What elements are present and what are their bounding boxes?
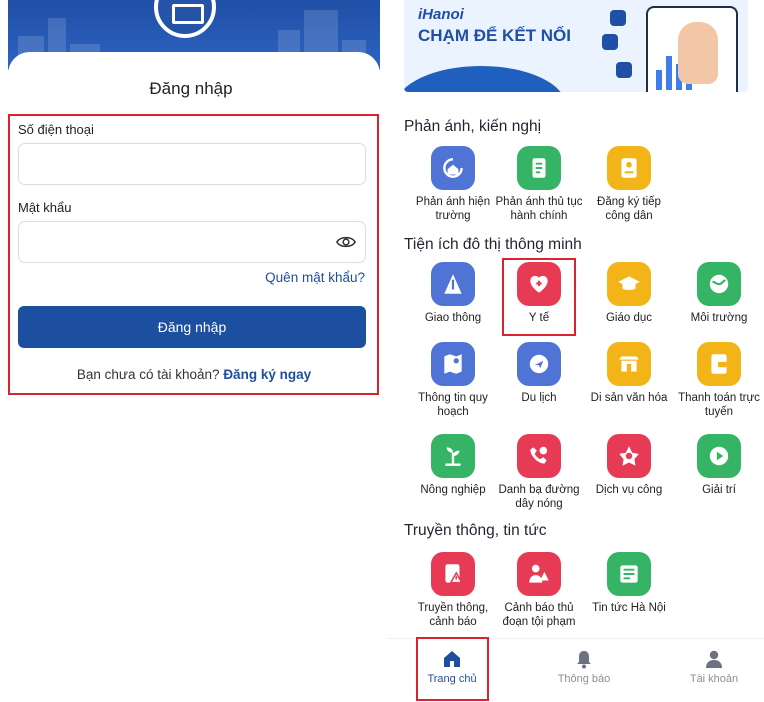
alert-person-icon — [517, 552, 561, 596]
service-tile-label: Giáo dục — [605, 312, 653, 324]
phone-label: Số điện thoại — [18, 122, 94, 137]
service-tile-map-pin[interactable]: Thông tin quy hoạch — [408, 342, 498, 419]
login-button-label: Đăng nhập — [157, 319, 227, 335]
promo-banner[interactable]: iHanoi CHẠM ĐỂ KẾT NỐI — [404, 0, 748, 92]
login-button[interactable]: Đăng nhập — [18, 306, 366, 348]
login-screen: Đăng nhập Số điện thoại Mật khẩu Quên mậ… — [0, 0, 382, 702]
service-tile-wallet[interactable]: Thanh toán trực tuyến — [674, 342, 764, 419]
home-highlight — [416, 637, 489, 701]
service-tile-label: Tin tức Hà Nội — [592, 602, 666, 614]
section-title: Tiện ích đô thị thông minh — [404, 236, 582, 253]
refresh-house-icon — [431, 146, 475, 190]
section-title: Truyền thông, tin tức — [404, 522, 547, 539]
bottom-nav: Trang chủ Thông báo Tài khoản — [388, 637, 764, 702]
service-tile-temple[interactable]: Di sản văn hóa — [584, 342, 674, 405]
service-tile-label: Đăng ký tiếp công dân — [597, 196, 661, 222]
service-tile-id-card[interactable]: Đăng ký tiếp công dân — [584, 146, 674, 223]
service-tile-label: Dịch vụ công — [595, 484, 663, 496]
service-tile-phone-chat[interactable]: Danh bạ đường dây nóng — [494, 434, 584, 511]
news-icon — [607, 552, 651, 596]
wallet-icon — [697, 342, 741, 386]
service-tile-label: Du lịch — [521, 392, 557, 404]
signup-line: Bạn chưa có tài khoản? Đăng ký ngay — [0, 367, 388, 382]
service-tile-globe-leaf[interactable]: Môi trường — [674, 262, 764, 325]
service-tile-label: Phản ánh hiện trường — [415, 196, 491, 222]
plant-icon — [431, 434, 475, 478]
password-input[interactable] — [18, 221, 366, 263]
banner-slogan: CHẠM ĐỂ KẾT NỐI — [418, 26, 571, 45]
star-knot-icon — [607, 434, 651, 478]
banner-bubble-icon — [602, 34, 618, 50]
warning-doc-icon — [431, 552, 475, 596]
bell-icon — [577, 651, 591, 669]
home-screen: iHanoi CHẠM ĐỂ KẾT NỐI Phản ánh, kiến ng… — [388, 0, 764, 702]
service-tile-alert-person[interactable]: Cảnh báo thủ đoạn tội phạm — [494, 552, 584, 629]
nav-account[interactable]: Tài khoản — [674, 649, 754, 685]
map-pin-icon — [431, 342, 475, 386]
nav-notifications-label: Thông báo — [557, 673, 611, 685]
service-tile-star-knot[interactable]: Dịch vụ công — [584, 434, 674, 497]
no-account-text: Bạn chưa có tài khoản? — [76, 367, 220, 382]
service-tile-label: Cảnh báo thủ đoạn tội phạm — [502, 602, 576, 628]
service-tile-label: Thông tin quy hoạch — [418, 392, 488, 418]
banner-bubble-icon — [616, 62, 632, 78]
banner-decoration — [404, 66, 566, 92]
signup-link[interactable]: Đăng ký ngay — [223, 367, 311, 382]
globe-leaf-icon — [697, 262, 741, 306]
banner-hand-illustration — [678, 22, 718, 84]
nav-account-label: Tài khoản — [689, 673, 739, 685]
document-icon — [517, 146, 561, 190]
traffic-icon — [431, 262, 475, 306]
service-tile-news[interactable]: Tin tức Hà Nội — [584, 552, 674, 615]
page-title: Đăng nhập — [149, 79, 233, 98]
service-tile-warning-doc[interactable]: Truyền thông, cảnh báo — [408, 552, 498, 629]
banner-brand: iHanoi — [418, 6, 464, 23]
service-tile-label: Danh bạ đường dây nóng — [498, 484, 580, 510]
banner-bubble-icon — [610, 10, 626, 26]
app-logo — [154, 0, 216, 38]
service-tile-plant[interactable]: Nông nghiệp — [408, 434, 498, 497]
phone-input[interactable] — [18, 143, 366, 185]
password-label: Mật khẩu — [18, 200, 72, 215]
temple-icon — [607, 342, 651, 386]
service-tile-label: Nông nghiệp — [420, 484, 486, 496]
graduation-cap-icon — [607, 262, 651, 306]
service-tile-label: Di sản văn hóa — [590, 392, 668, 404]
service-tile-document[interactable]: Phản ánh thủ tục hành chính — [494, 146, 584, 223]
service-tile-refresh-house[interactable]: Phản ánh hiện trường — [408, 146, 498, 223]
service-tile-label: Môi trường — [690, 312, 748, 324]
service-tile-label: Giao thông — [424, 312, 482, 324]
play-icon — [697, 434, 741, 478]
service-tile-label: Giải trí — [702, 484, 736, 496]
service-tile-graduation-cap[interactable]: Giáo dục — [584, 262, 674, 325]
globe-plane-icon — [517, 342, 561, 386]
service-tile-label: Thanh toán trực tuyến — [678, 392, 760, 418]
nav-notifications[interactable]: Thông báo — [544, 649, 624, 685]
service-tile-globe-plane[interactable]: Du lịch — [494, 342, 584, 405]
eye-icon[interactable] — [336, 234, 356, 250]
health-highlight — [502, 258, 576, 336]
phone-chat-icon — [517, 434, 561, 478]
user-icon — [706, 650, 722, 668]
service-tile-traffic[interactable]: Giao thông — [408, 262, 498, 325]
forgot-password-link[interactable]: Quên mật khẩu? — [265, 270, 365, 285]
service-tile-play[interactable]: Giải trí — [674, 434, 764, 497]
service-tile-label: Phản ánh thủ tục hành chính — [495, 196, 583, 222]
service-tile-label: Truyền thông, cảnh báo — [417, 602, 489, 628]
section-title: Phản ánh, kiến nghị — [404, 118, 542, 135]
id-card-icon — [607, 146, 651, 190]
